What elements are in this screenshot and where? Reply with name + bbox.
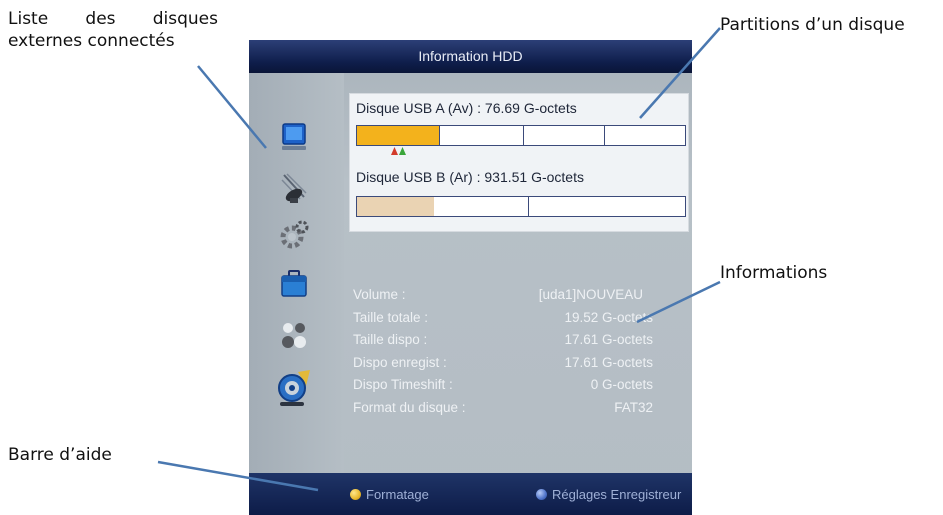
partition-bar[interactable]	[356, 196, 686, 217]
screen-title: Information HDD	[249, 40, 692, 73]
disk-information: Volume : [uda1]NOUVEAU Taille totale : 1…	[353, 287, 653, 422]
info-row-total-size: Taille totale : 19.52 G-octets	[353, 310, 653, 333]
info-row-free-size: Taille dispo : 17.61 G-octets	[353, 332, 653, 355]
info-value: [uda1]NOUVEAU	[538, 287, 643, 302]
format-hint[interactable]: Formatage	[350, 487, 429, 502]
format-label: Formatage	[366, 487, 429, 502]
partition-markers-icon	[391, 147, 406, 155]
info-key: Dispo enregist :	[353, 354, 447, 370]
info-key: Taille totale :	[353, 309, 429, 325]
disk-item-usb-b[interactable]: Disque USB B (Ar) : 931.51 G-octets	[353, 167, 686, 217]
media-disc-icon[interactable]	[276, 367, 312, 409]
disk-label: Disque USB A (Av) : 76.69 G-octets	[356, 100, 577, 116]
annotation-partitions: Partitions d’un disque	[720, 15, 905, 35]
info-row-timeshift-free: Dispo Timeshift : 0 G-octets	[353, 377, 653, 400]
disk-label: Disque USB B (Ar) : 931.51 G-octets	[356, 169, 584, 185]
partition-bar[interactable]	[356, 125, 686, 146]
sidebar-menu	[249, 73, 344, 473]
hdd-info-screen: Information HDD Disque USB A (Av): 76.6…	[249, 40, 692, 515]
annotation-disk-list: Liste des disques externes connectés	[8, 9, 218, 51]
recorder-settings-label: Réglages Enregistreur	[552, 487, 682, 502]
blue-button-icon	[536, 489, 547, 500]
info-value: 19.52 G-octets	[564, 309, 653, 325]
partition-segment[interactable]	[523, 126, 605, 145]
info-row-volume: Volume : [uda1]NOUVEAU	[353, 287, 653, 310]
info-key: Volume :	[353, 287, 406, 302]
partition-segment[interactable]	[357, 197, 529, 216]
info-key: Dispo Timeshift :	[353, 377, 453, 392]
disk-item-usb-a[interactable]: Disque USB A (Av) : 76.69 G-octets	[353, 98, 686, 155]
yellow-button-icon	[350, 489, 361, 500]
briefcase-icon[interactable]	[276, 267, 312, 301]
settings-gear-icon[interactable]	[276, 218, 312, 252]
info-value: 17.61 G-octets	[564, 332, 653, 347]
partition-segment[interactable]	[357, 126, 440, 145]
partition-segment[interactable]	[439, 126, 524, 145]
info-value: 17.61 G-octets	[564, 354, 653, 370]
annotation-informations: Informations	[720, 263, 828, 283]
satellite-dish-icon[interactable]	[276, 171, 312, 205]
annotation-help-bar: Barre d’aide	[8, 445, 112, 465]
info-key: Taille dispo :	[353, 332, 428, 347]
disk-list-panel: Disque USB A (Av) : 76.69 G-octets Disqu…	[349, 93, 689, 232]
monitor-icon[interactable]	[276, 121, 312, 155]
info-key: Format du disque :	[353, 399, 466, 415]
people-icon[interactable]	[276, 318, 312, 352]
info-row-disk-format: Format du disque : FAT32	[353, 400, 653, 423]
info-row-record-free: Dispo enregist : 17.61 G-octets	[353, 355, 653, 378]
help-bar: Formatage Réglages Enregistreur	[249, 473, 692, 515]
info-value: 0 G-octets	[590, 377, 653, 392]
info-value: FAT32	[614, 399, 653, 415]
recorder-settings-hint[interactable]: Réglages Enregistreur	[536, 487, 681, 502]
